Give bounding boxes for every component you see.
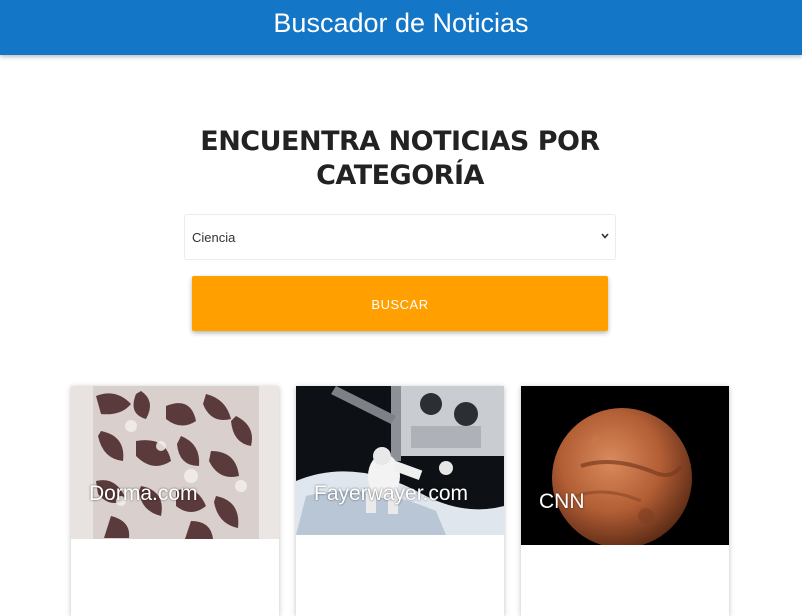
app-title: Buscador de Noticias [273,8,529,38]
news-card[interactable]: Dorma.com [71,386,279,616]
search-button-label: BUSCAR [371,297,429,312]
news-card[interactable]: Fayerwayer.com [296,386,504,616]
category-select[interactable]: Ciencia [184,214,616,260]
heading-line-2: CATEGORÍA [316,160,484,191]
news-card[interactable]: CNN [521,386,729,616]
top-app-bar: Buscador de Noticias [0,0,802,55]
news-card-image [71,386,279,539]
category-select-value: Ciencia [192,230,236,245]
page-heading: ENCUENTRA NOTICIAS POR CATEGORÍA [190,125,610,193]
heading-line-1: ENCUENTRA NOTICIAS POR [200,126,600,157]
news-card-image [521,386,729,545]
chevron-down-icon [601,233,609,239]
search-button[interactable]: BUSCAR [192,276,608,331]
news-card-source: Fayerwayer.com [314,482,469,505]
news-card-source: Dorma.com [89,482,198,505]
news-card-image [296,386,504,535]
news-card-source: CNN [539,490,585,513]
